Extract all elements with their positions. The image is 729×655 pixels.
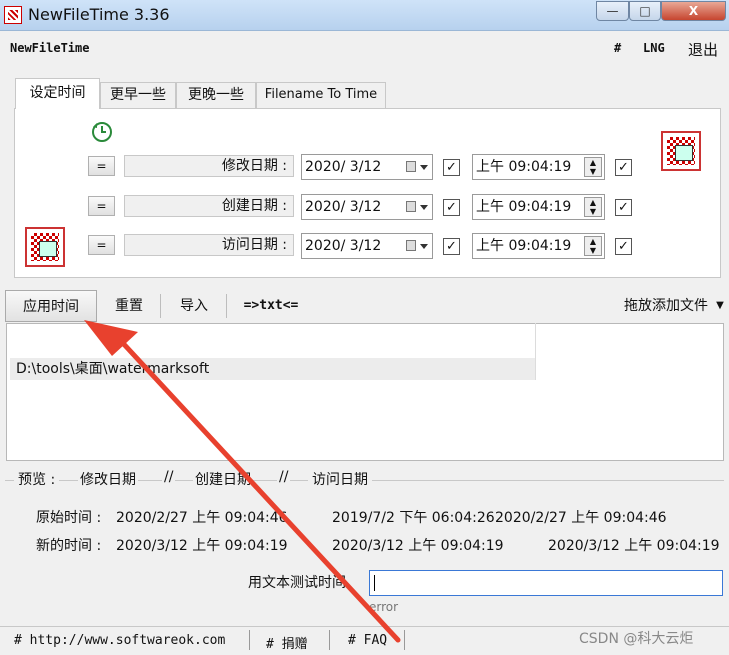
tab-earlier[interactable]: 更早一些 [100, 82, 176, 108]
modified-date-picker[interactable]: 2020/ 3/12 [301, 154, 433, 180]
drag-add-files-button[interactable]: 拖放添加文件 [606, 290, 708, 322]
tab-filename-to-time[interactable]: Filename To Time [256, 82, 386, 108]
new-modified-value: 2020/3/12 上午 09:04:19 [116, 538, 288, 554]
preview-col-modified: 修改日期 [78, 469, 138, 489]
menu-language[interactable]: LNG [643, 41, 665, 55]
accessed-equal-button[interactable]: = [88, 235, 115, 255]
created-date-label: 创建日期 : [124, 195, 294, 217]
text-cursor [374, 575, 380, 591]
preview-col-accessed: 访问日期 [308, 469, 372, 489]
chevron-down-icon[interactable]: ▼ [713, 290, 727, 322]
test-time-input[interactable] [369, 570, 723, 596]
modified-time-checkbox[interactable]: ✓ [615, 159, 632, 176]
original-time-label: 原始时间 : [36, 510, 102, 526]
preview-sep-2: // [277, 469, 291, 485]
original-modified-value: 2020/2/27 上午 09:04:46 [116, 510, 288, 526]
column-divider [535, 323, 536, 380]
maximize-button[interactable]: □ [629, 1, 661, 21]
chevron-down-icon[interactable] [420, 205, 428, 210]
tab-later[interactable]: 更晚一些 [176, 82, 256, 108]
preview-sep-1: // [162, 469, 176, 485]
menu-hash[interactable]: # [614, 41, 621, 55]
calendar-icon [406, 161, 416, 172]
chevron-down-icon[interactable] [420, 244, 428, 249]
accessed-date-label: 访问日期 : [124, 234, 294, 256]
created-time-checkbox[interactable]: ✓ [615, 199, 632, 216]
title-bar[interactable]: NewFileTime 3.36 — □ X [0, 0, 729, 31]
status-separator [329, 630, 330, 650]
created-time-picker[interactable]: 上午 09:04:19 ▲ ▼ [472, 194, 605, 220]
accessed-time-checkbox[interactable]: ✓ [615, 238, 632, 255]
modified-equal-button[interactable]: = [88, 156, 115, 176]
status-separator [249, 630, 250, 650]
tab-set-time[interactable]: 设定时间 [15, 78, 100, 109]
time-spinner-icon[interactable]: ▲ ▼ [584, 197, 602, 217]
reset-button[interactable]: 重置 [105, 290, 153, 322]
calendar-icon [406, 240, 416, 251]
donate-link[interactable]: # 捐赠 [266, 633, 308, 652]
file-list[interactable] [6, 323, 724, 461]
import-button[interactable]: 导入 [170, 290, 218, 322]
modified-time-picker[interactable]: 上午 09:04:19 ▲ ▼ [472, 154, 605, 180]
time-spinner-icon[interactable]: ▲ ▼ [584, 157, 602, 177]
faq-link[interactable]: # FAQ [348, 633, 387, 648]
watermark-text: CSDN @科大云炬 [579, 631, 694, 647]
created-date-value: 2020/ 3/12 [305, 199, 382, 215]
toolbar-separator [160, 294, 161, 318]
original-created-value: 2019/7/2 下午 06:04:26 [332, 510, 495, 526]
menu-exit[interactable]: 退出 [688, 39, 718, 60]
modified-date-label: 修改日期 : [124, 155, 294, 177]
window-title: NewFileTime 3.36 [28, 5, 170, 24]
close-button[interactable]: X [661, 1, 726, 21]
new-accessed-value: 2020/3/12 上午 09:04:19 [548, 538, 720, 554]
menu-bar: NewFileTime # LNG 退出 [0, 36, 729, 62]
created-date-checkbox[interactable]: ✓ [443, 199, 460, 216]
chevron-down-icon[interactable] [420, 165, 428, 170]
original-accessed-value: 2020/2/27 上午 09:04:46 [495, 510, 667, 526]
menu-app-name[interactable]: NewFileTime [10, 41, 89, 55]
accessed-time-value: 上午 09:04:19 [476, 238, 572, 254]
modified-date-value: 2020/ 3/12 [305, 159, 382, 175]
created-date-picker[interactable]: 2020/ 3/12 [301, 194, 433, 220]
calendar-icon [406, 201, 416, 212]
accessed-date-checkbox[interactable]: ✓ [443, 238, 460, 255]
accessed-date-value: 2020/ 3/12 [305, 238, 382, 254]
website-link[interactable]: # http://www.softwareok.com [14, 633, 225, 648]
export-txt-button[interactable]: =>txt<= [236, 290, 306, 322]
modified-time-value: 上午 09:04:19 [476, 159, 572, 175]
file-time-logo-icon [661, 131, 701, 171]
modified-date-checkbox[interactable]: ✓ [443, 159, 460, 176]
created-time-value: 上午 09:04:19 [476, 199, 572, 215]
error-text: error [369, 600, 399, 614]
created-equal-button[interactable]: = [88, 196, 115, 216]
apply-time-button[interactable]: 应用时间 [5, 290, 97, 322]
new-time-label: 新的时间 : [36, 538, 102, 554]
clock-refresh-icon[interactable] [90, 120, 114, 144]
minimize-button[interactable]: — [596, 1, 629, 21]
new-created-value: 2020/3/12 上午 09:04:19 [332, 538, 504, 554]
status-separator [404, 630, 405, 650]
toolbar-separator [226, 294, 227, 318]
preview-title: 预览 : [14, 469, 60, 489]
preview-col-created: 创建日期 [193, 469, 253, 489]
app-logo-icon [4, 6, 22, 24]
time-spinner-icon[interactable]: ▲ ▼ [584, 236, 602, 256]
accessed-date-picker[interactable]: 2020/ 3/12 [301, 233, 433, 259]
file-time-logo-icon-2 [25, 227, 65, 267]
list-item[interactable]: D:\tools\桌面\watermarksoft [10, 358, 535, 380]
accessed-time-picker[interactable]: 上午 09:04:19 ▲ ▼ [472, 233, 605, 259]
test-time-label: 用文本测试时间 [248, 575, 346, 591]
